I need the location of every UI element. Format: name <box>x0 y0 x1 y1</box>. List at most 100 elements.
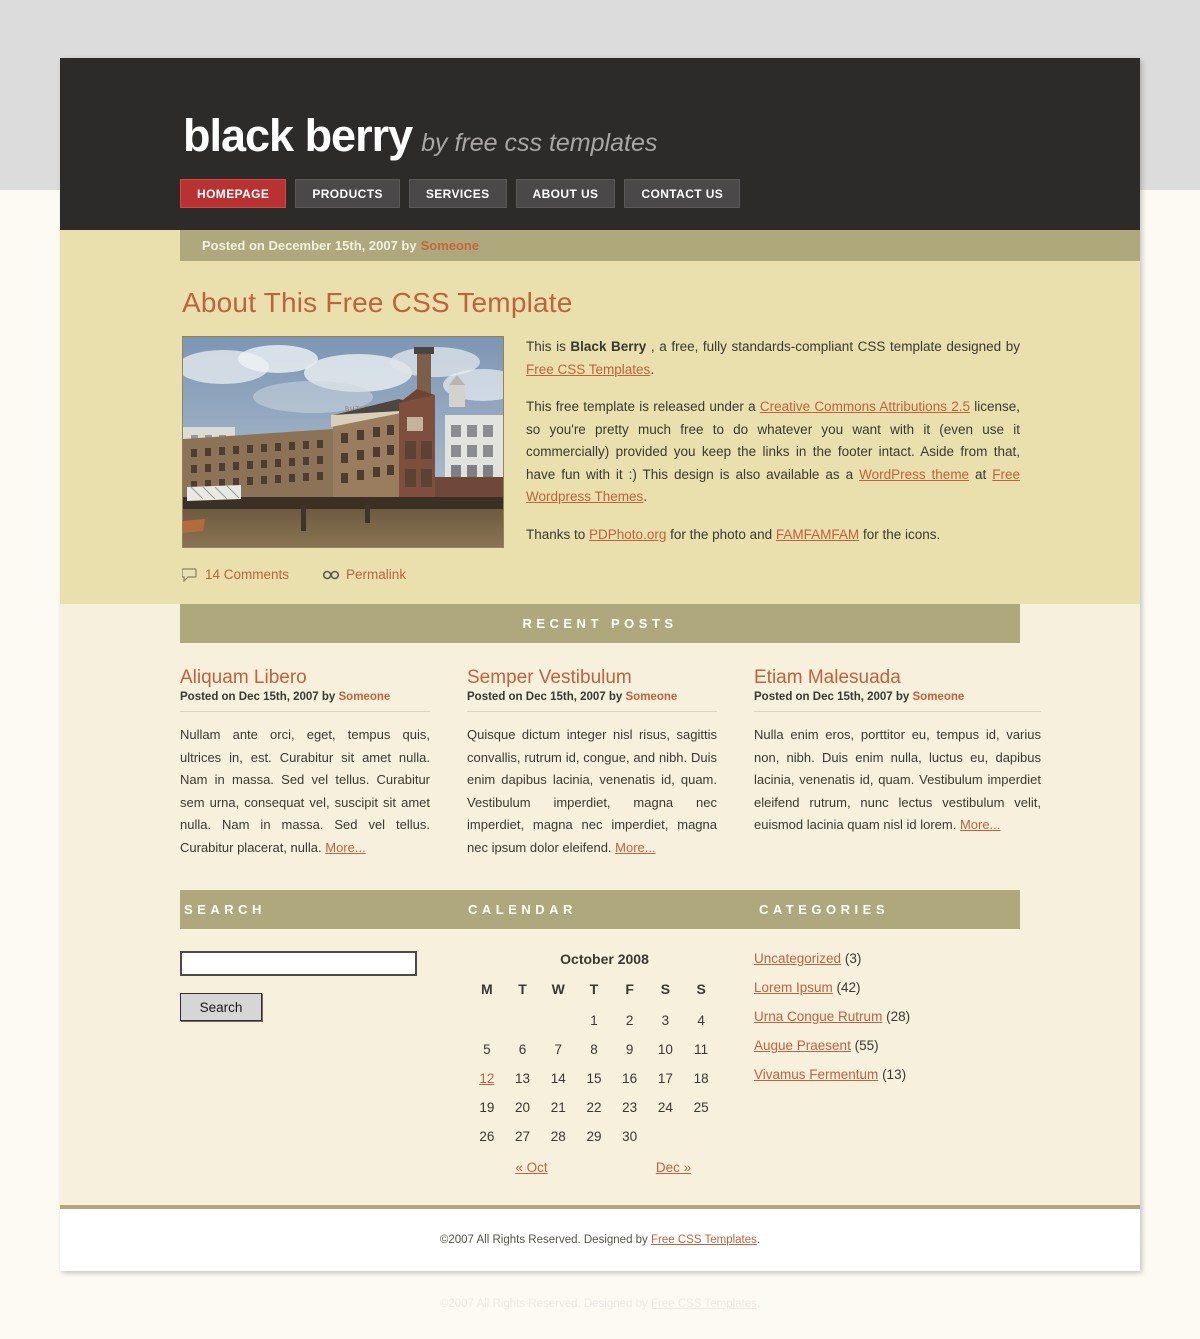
recent-post-1-more-link[interactable]: More... <box>325 840 365 855</box>
calendar-day <box>648 1122 684 1151</box>
nav-item-contact-us[interactable]: CONTACT US <box>624 179 741 208</box>
permalink-link[interactable]: Permalink <box>323 567 406 582</box>
recent-post-3-meta: Posted on Dec 15th, 2007 by Someone <box>754 691 1041 712</box>
featured-paragraph-3: Thanks to PDPhoto.org for the photo and … <box>526 526 941 542</box>
featured-post-date: Posted on December 15th, 2007 by <box>202 238 417 253</box>
featured-photo: BUTLERS WHARF <box>182 336 504 548</box>
category-link[interactable]: Vivamus Fermentum <box>754 1067 878 1082</box>
recent-post-3-title[interactable]: Etiam Malesuada <box>754 667 1041 689</box>
recent-post-3-more-link[interactable]: More... <box>960 817 1000 832</box>
calendar-weekday-fri: F <box>625 981 634 997</box>
calendar-table: M T W T F S S 1 2 3 4 5 6 7 8 9 10 11 12… <box>469 976 719 1151</box>
calendar-weekday-tue: T <box>518 981 527 997</box>
search-input[interactable] <box>180 951 417 976</box>
calendar-weekday-wed: W <box>551 981 565 997</box>
calendar-day: 1 <box>590 1013 598 1028</box>
featured-post-title: About This Free CSS Template <box>182 287 573 318</box>
recent-post-2-body: Quisque dictum integer nisl risus, sagit… <box>467 727 717 855</box>
featured-post-body: This is Black Berry , a free, fully stan… <box>526 336 1020 548</box>
recent-posts-section-header: RECENT POSTS <box>180 604 1020 643</box>
footer-copyright: ©2007 All Rights Reserved. Designed by F… <box>439 1234 761 1246</box>
nav-item-services[interactable]: SERVICES <box>408 179 507 208</box>
page-frame: black berry by free css templates HOMEPAG… <box>60 58 1140 1271</box>
category-item: Vivamus Fermentum (13) <box>754 1067 1020 1082</box>
category-link[interactable]: Urna Congue Rutrum <box>754 1009 882 1024</box>
calendar-week-row: 1 2 3 4 <box>469 1006 719 1035</box>
recent-post-2-author-link[interactable]: Someone <box>626 691 678 703</box>
calendar-day: 24 <box>657 1100 673 1115</box>
recent-post-2: Semper Vestibulum Posted on Dec 15th, 20… <box>467 667 754 859</box>
nav-item-about-us[interactable]: ABOUT US <box>515 179 616 208</box>
calendar-day-highlighted[interactable]: 12 <box>469 1064 505 1093</box>
main-navigation: HOMEPAGE PRODUCTS SERVICES ABOUT US CONT… <box>180 179 741 208</box>
category-item: Lorem Ipsum (42) <box>754 980 1020 995</box>
recent-post-1-body: Nullam ante orci, eget, tempus quis, ult… <box>180 727 430 855</box>
site-logo[interactable]: black berry by free css templates <box>183 110 657 162</box>
calendar-prev-link[interactable]: « Oct <box>515 1160 547 1175</box>
famfamfam-link[interactable]: FAMFAMFAM <box>776 527 859 542</box>
footer-free-css-templates-link[interactable]: Free CSS Templates <box>651 1234 757 1246</box>
calendar-day: 9 <box>625 1042 634 1057</box>
widgets-row: Search October 2008 M T W T F S S 1 2 3 … <box>60 929 1140 1175</box>
recent-post-2-title[interactable]: Semper Vestibulum <box>467 667 717 689</box>
comment-bubble-icon <box>182 567 197 582</box>
nav-item-homepage[interactable]: HOMEPAGE <box>180 179 287 208</box>
recent-post-1-title[interactable]: Aliquam Libero <box>180 667 430 689</box>
featured-paragraph-1: This is Black Berry , a free, fully stan… <box>526 339 1020 377</box>
calendar-day <box>540 1006 576 1035</box>
calendar-day-link[interactable]: 12 <box>479 1071 494 1086</box>
category-link[interactable]: Lorem Ipsum <box>754 980 833 995</box>
calendar-weekday-sun: S <box>696 981 706 997</box>
recent-post-1-author-link[interactable]: Someone <box>339 691 391 703</box>
calendar-day: 6 <box>518 1042 527 1057</box>
calendar-weekday-mon: M <box>481 981 493 997</box>
calendar-day: 20 <box>515 1100 531 1115</box>
recent-post-1-meta: Posted on Dec 15th, 2007 by Someone <box>180 691 430 712</box>
featured-post-author-link[interactable]: Someone <box>421 238 480 253</box>
calendar-day: 17 <box>657 1071 673 1086</box>
calendar-day <box>469 1006 505 1035</box>
calendar-day: 2 <box>625 1013 634 1028</box>
calendar-day: 22 <box>586 1100 602 1115</box>
permalink-label: Permalink <box>346 567 407 582</box>
calendar-widget-title: CALENDAR <box>468 902 577 917</box>
categories-widget-title: CATEGORIES <box>759 902 889 917</box>
calendar-week-row: 12 13 14 15 16 17 18 <box>469 1064 719 1093</box>
calendar-weekday-thu: T <box>589 981 599 997</box>
ghost-footer-link: Free CSS Templates <box>651 1298 757 1310</box>
calendar-weekday-row: M T W T F S S <box>469 976 719 1006</box>
categories-list: Uncategorized (3) Lorem Ipsum (42) Urna … <box>754 951 1020 1082</box>
search-widget-title: SEARCH <box>184 902 266 917</box>
free-css-templates-link[interactable]: Free CSS Templates <box>526 362 650 377</box>
category-link[interactable]: Augue Praesent <box>754 1038 851 1053</box>
creative-commons-link[interactable]: Creative Commons Attributions 2.5 <box>760 399 970 414</box>
calendar-week-row: 19 20 21 22 23 24 25 <box>469 1093 719 1122</box>
calendar-day: 19 <box>479 1100 495 1115</box>
calendar-day: 8 <box>590 1042 598 1057</box>
calendar-day: 27 <box>515 1129 531 1144</box>
comments-link[interactable]: 14 Comments <box>182 567 289 582</box>
logo-title: black berry <box>183 110 413 161</box>
recent-post-3-author-link[interactable]: Someone <box>913 691 965 703</box>
nav-item-products[interactable]: PRODUCTS <box>295 179 400 208</box>
brand-name: Black Berry <box>570 339 647 354</box>
category-count: (13) <box>882 1067 907 1082</box>
recent-post-3: Etiam Malesuada Posted on Dec 15th, 2007… <box>754 667 1041 859</box>
calendar-day: 11 <box>694 1042 709 1057</box>
recent-post-2-more-link[interactable]: More... <box>615 840 655 855</box>
calendar-navigation: « Oct Dec » <box>469 1160 719 1175</box>
calendar-day: 14 <box>550 1071 566 1086</box>
wharf-photo-illustration: BUTLERS WHARF <box>183 337 503 547</box>
category-count: (3) <box>844 951 862 966</box>
search-button[interactable]: Search <box>180 993 262 1021</box>
calendar-widget: October 2008 M T W T F S S 1 2 3 4 5 6 7… <box>467 951 754 1175</box>
logo-subtitle: by free css templates <box>421 129 658 157</box>
calendar-day: 4 <box>697 1013 705 1028</box>
calendar-day: 21 <box>550 1100 566 1115</box>
category-item: Urna Congue Rutrum (28) <box>754 1009 1020 1024</box>
calendar-day: 15 <box>586 1071 602 1086</box>
pdphoto-link[interactable]: PDPhoto.org <box>589 527 666 542</box>
wordpress-theme-link[interactable]: WordPress theme <box>859 467 969 482</box>
calendar-next-link[interactable]: Dec » <box>656 1160 691 1175</box>
category-link[interactable]: Uncategorized <box>754 951 841 966</box>
